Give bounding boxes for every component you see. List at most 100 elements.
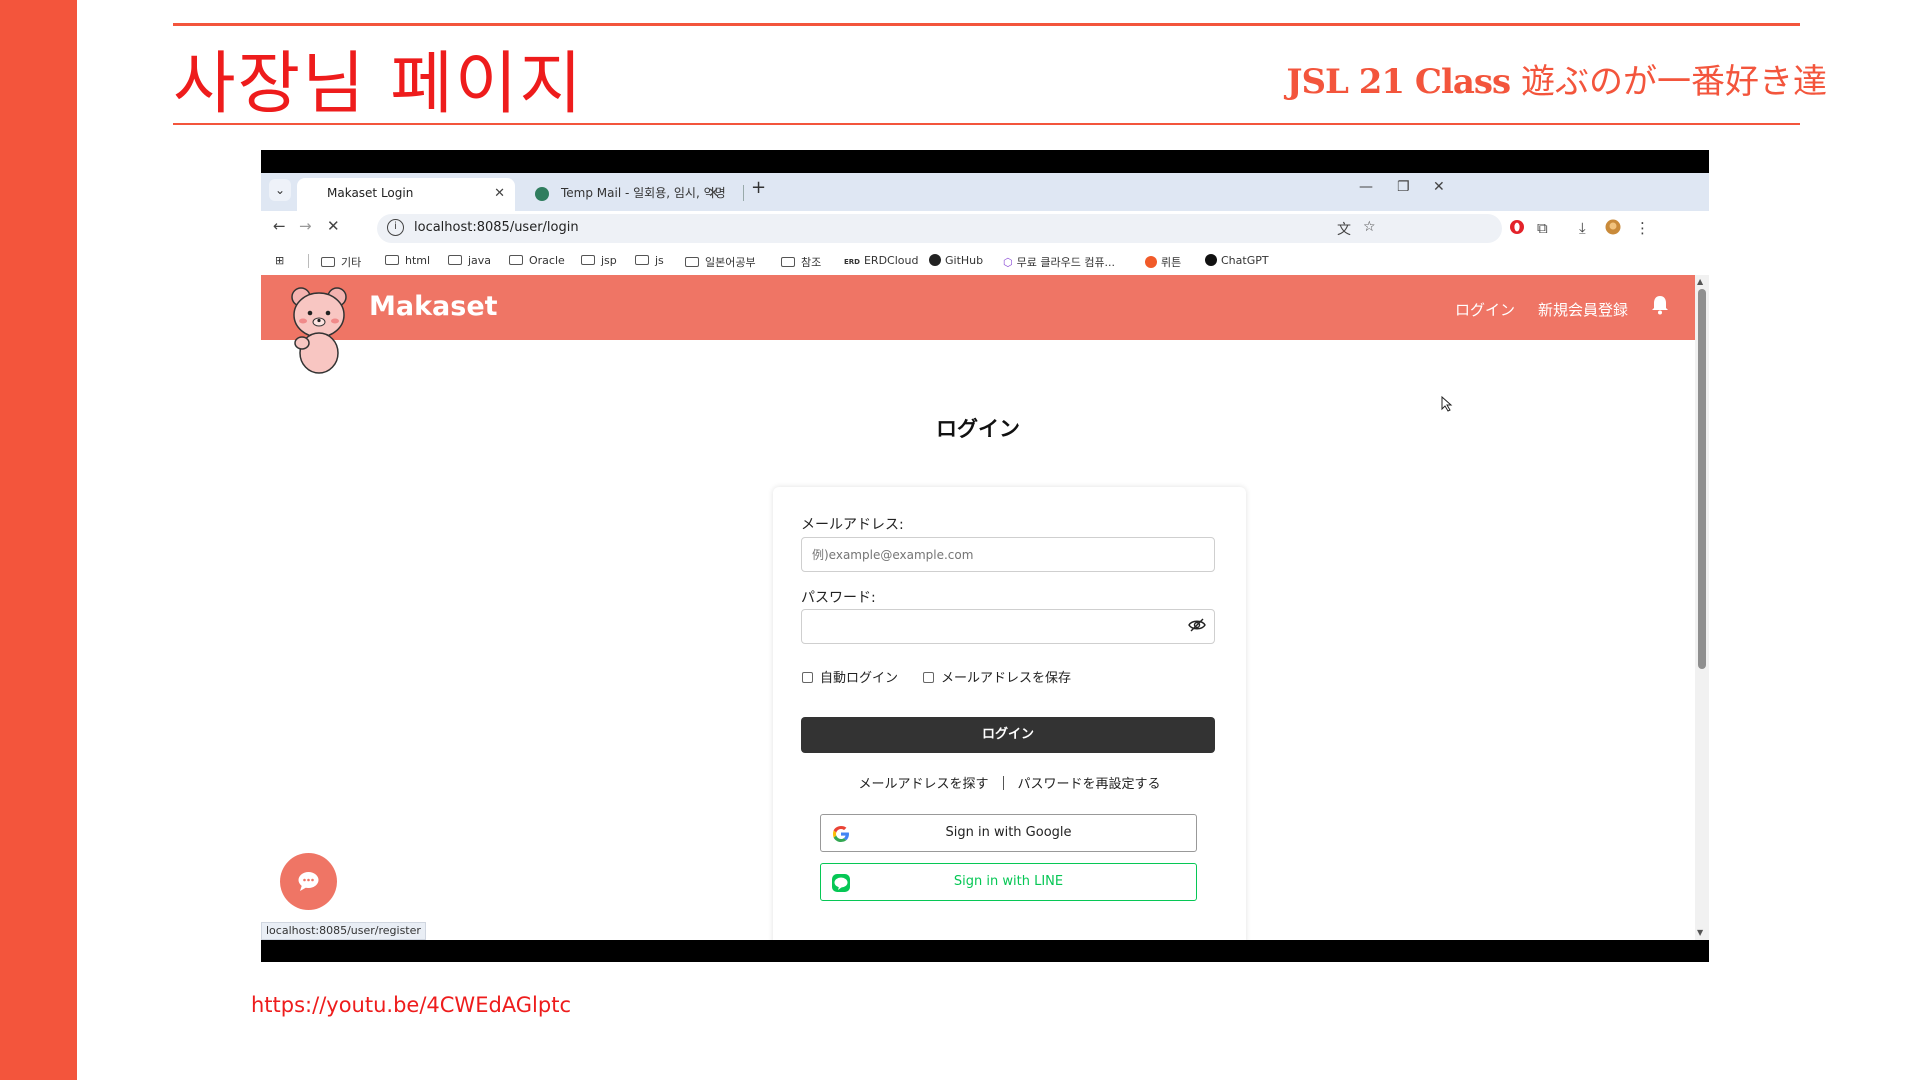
title-rule-bottom — [173, 123, 1800, 125]
find-email-link[interactable]: メールアドレスを探す — [858, 777, 988, 792]
scroll-up-icon[interactable]: ▲ — [1697, 277, 1703, 286]
login-heading: ログイン — [936, 417, 1020, 441]
cube-icon: ⬡ — [1003, 256, 1013, 269]
bear-mascot-icon — [291, 287, 347, 374]
save-email-checkbox[interactable]: メールアドレスを保存 — [923, 667, 1071, 686]
folder-icon — [581, 255, 595, 265]
tab-label: Makaset Login — [327, 186, 414, 200]
folder-icon — [448, 255, 462, 265]
checkbox-icon[interactable] — [923, 672, 934, 683]
download-icon[interactable]: ⤓ — [1579, 219, 1586, 237]
folder-icon — [781, 257, 795, 267]
bookmark-folder[interactable]: jsp — [581, 254, 617, 267]
folder-icon — [385, 255, 399, 265]
profile-avatar-icon[interactable] — [1605, 219, 1621, 239]
temp-mail-favicon-icon — [535, 187, 549, 201]
tab-temp-mail[interactable]: Temp Mail - 일회용, 임시, 익명 ✕ — [519, 178, 729, 211]
restore-button[interactable]: ❐ — [1397, 179, 1410, 195]
bookmark-wrtn[interactable]: 뤼튼 — [1145, 254, 1181, 270]
github-icon — [929, 254, 941, 266]
tab-makaset-login[interactable]: Makaset Login ✕ — [297, 178, 515, 211]
bookmark-folder[interactable]: html — [385, 254, 430, 267]
reset-password-link[interactable]: パスワードを再設定する — [1018, 777, 1161, 792]
tab-label: Temp Mail - 일회용, 임시, 익명 — [561, 186, 726, 200]
address-bar[interactable]: i localhost:8085/user/login 文 ☆ — [377, 214, 1502, 243]
email-field[interactable] — [801, 537, 1215, 572]
line-signin-button[interactable]: Sign in with LINE — [820, 863, 1197, 901]
tab-close-icon[interactable]: ✕ — [494, 178, 505, 209]
back-arrow-icon[interactable]: ← — [273, 217, 286, 235]
tab-strip: ⌄ Makaset Login ✕ Temp Mail - 일회용, 임시, 익… — [261, 173, 1709, 211]
password-label: パスワード: — [801, 590, 876, 606]
slide-side-bar — [0, 0, 77, 1080]
bookmark-github[interactable]: GitHub — [929, 254, 983, 267]
login-form-card: メールアドレス: パスワード: 自動ログイン メールアドレスを保存 ログイン — [773, 487, 1246, 940]
tab-close-icon[interactable]: ✕ — [708, 178, 719, 209]
google-signin-button[interactable]: Sign in with Google — [820, 814, 1197, 852]
header-login-link[interactable]: ログイン — [1455, 299, 1515, 320]
bookmark-star-icon[interactable]: ☆ — [1363, 219, 1376, 235]
subtitle-brand: JSL 21 Class — [1286, 62, 1511, 102]
folder-icon — [509, 255, 523, 265]
folder-icon — [635, 255, 649, 265]
bookmark-folder[interactable]: 일본어공부 — [685, 254, 756, 270]
eye-slash-icon[interactable] — [1188, 618, 1206, 632]
bookmark-chatgpt[interactable]: ChatGPT — [1205, 254, 1269, 267]
bookmarks-divider — [308, 254, 309, 268]
address-url[interactable]: localhost:8085/user/login — [414, 220, 579, 235]
bookmark-erdcloud[interactable]: ERD ERDCloud — [844, 254, 918, 267]
mouse-cursor-icon — [1441, 396, 1453, 412]
bookmark-folder[interactable]: 기타 — [321, 254, 361, 270]
browser-menu-icon[interactable]: ⋮ — [1635, 219, 1650, 237]
wrtn-icon — [1145, 256, 1157, 268]
line-icon — [832, 874, 850, 892]
screenshot-frame: ⌄ Makaset Login ✕ Temp Mail - 일회용, 임시, 익… — [261, 150, 1709, 962]
window-close-button[interactable]: ✕ — [1433, 179, 1445, 195]
forward-arrow-icon[interactable]: → — [299, 217, 312, 235]
scrollbar-thumb[interactable] — [1698, 289, 1706, 669]
checkbox-icon[interactable] — [802, 672, 813, 683]
bookmark-folder[interactable]: js — [635, 254, 664, 267]
bookmarks-bar: ⊞ 기타 html java Oracle jsp js 일본어공부 참조 ER… — [261, 247, 1709, 275]
translate-icon[interactable]: 文 — [1337, 219, 1351, 239]
youtube-link[interactable]: https://youtu.be/4CWEdAGlptc — [251, 993, 571, 1017]
auto-login-checkbox[interactable]: 自動ログイン — [802, 667, 898, 686]
bookmark-folder[interactable]: Oracle — [509, 254, 565, 267]
chat-button[interactable] — [280, 853, 337, 910]
folder-icon — [321, 257, 335, 267]
subtitle-japanese: 遊ぶのが一番好き達 — [1510, 62, 1827, 102]
bookmark-folder[interactable]: 참조 — [781, 254, 821, 270]
folder-icon — [685, 257, 699, 267]
page-scrollbar[interactable]: ▲ ▼ — [1695, 275, 1709, 940]
apps-grid-icon[interactable]: ⊞ — [275, 254, 284, 267]
slide-title: 사장님 페이지 — [173, 45, 584, 124]
chat-bubble-icon — [298, 872, 319, 891]
login-button[interactable]: ログイン — [801, 717, 1215, 753]
password-field[interactable] — [801, 609, 1215, 644]
header-register-link[interactable]: 新規会員登録 — [1538, 299, 1628, 320]
brand-logo-text[interactable]: Makaset — [369, 291, 498, 322]
google-icon — [833, 826, 849, 842]
title-rule-top — [173, 23, 1800, 26]
tab-search-chevron-icon[interactable]: ⌄ — [269, 179, 291, 201]
new-tab-button[interactable]: + — [751, 177, 766, 198]
presentation-slide: 사장님 페이지 JSL 21 Class 遊ぶのが一番好き達 ⌄ Makaset… — [0, 0, 1920, 1080]
web-page: Makaset ログイン 新規会員登録 ▲ ▼ ログイン メールアドレス: 例)… — [261, 275, 1709, 940]
account-help-links: メールアドレスを探す パスワードを再設定する — [773, 773, 1246, 792]
extensions-puzzle-icon[interactable]: ⧉ — [1537, 219, 1548, 237]
opera-extension-icon[interactable] — [1509, 219, 1525, 239]
status-bar-url: localhost:8085/user/register — [261, 922, 426, 940]
site-info-icon[interactable]: i — [387, 219, 404, 236]
browser-window: ⌄ Makaset Login ✕ Temp Mail - 일회용, 임시, 익… — [261, 173, 1709, 940]
bookmark-cloud[interactable]: ⬡ 무료 클라우드 컴퓨... — [1003, 254, 1115, 270]
scroll-down-icon[interactable]: ▼ — [1697, 928, 1703, 937]
stop-loading-icon[interactable]: ✕ — [327, 217, 340, 235]
tab-divider — [743, 185, 744, 201]
bookmark-folder[interactable]: java — [448, 254, 491, 267]
email-label: メールアドレス: — [801, 517, 904, 533]
notification-bell-icon[interactable] — [1651, 295, 1669, 315]
minimize-button[interactable]: — — [1359, 179, 1373, 195]
browser-toolbar: ← → ✕ i localhost:8085/user/login 文 ☆ ⧉ … — [261, 211, 1709, 247]
site-header: Makaset ログイン 新規会員登録 — [261, 275, 1695, 374]
erd-icon: ERD — [844, 258, 860, 266]
